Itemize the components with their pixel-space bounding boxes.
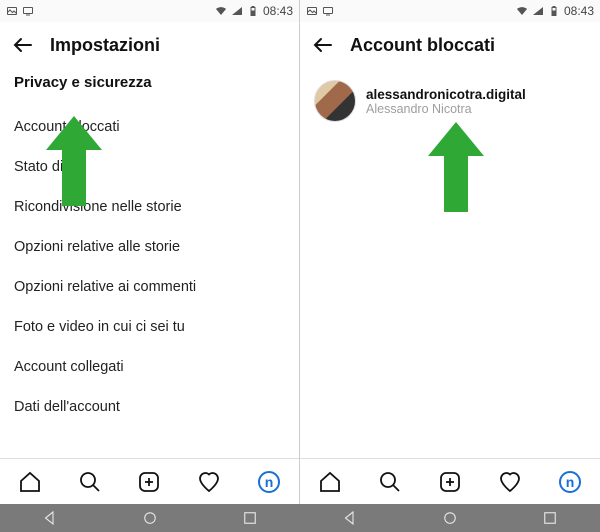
signal-icon [231, 5, 243, 17]
search-icon [378, 470, 402, 494]
square-recent-icon [541, 509, 559, 527]
account-display-name: Alessandro Nicotra [366, 102, 526, 116]
back-button[interactable] [310, 32, 336, 58]
settings-item-linked-accounts[interactable]: Account collegati [14, 347, 285, 387]
android-nav-bar [0, 504, 300, 532]
heart-icon [498, 470, 522, 494]
bottom-nav: n [0, 458, 299, 504]
android-recent[interactable] [539, 507, 561, 529]
avatar [314, 80, 356, 122]
nav-profile[interactable]: n [256, 469, 282, 495]
android-back[interactable] [339, 507, 361, 529]
nav-new-post[interactable] [437, 469, 463, 495]
system-nav-row [0, 504, 600, 532]
profile-icon: n [258, 471, 280, 493]
settings-list: Account bloccati Stato di a Ricondivisio… [14, 107, 285, 427]
status-bar: 08:43 [300, 0, 600, 22]
home-icon [318, 470, 342, 494]
page-title: Account bloccati [350, 35, 495, 56]
battery-icon [247, 5, 259, 17]
battery-icon [548, 5, 560, 17]
square-recent-icon [241, 509, 259, 527]
nav-profile[interactable]: n [557, 469, 583, 495]
cast-icon [22, 5, 34, 17]
nav-home[interactable] [17, 469, 43, 495]
app-bar: Impostazioni [0, 22, 299, 68]
arrow-left-icon [311, 33, 335, 57]
android-back[interactable] [39, 507, 61, 529]
triangle-back-icon [41, 509, 59, 527]
image-icon [6, 5, 18, 17]
search-icon [78, 470, 102, 494]
arrow-annotation [428, 122, 484, 212]
page-title: Impostazioni [50, 35, 160, 56]
settings-item-account-data[interactable]: Dati dell'account [14, 387, 285, 427]
wifi-icon [516, 5, 528, 17]
account-username: alessandronicotra.digital [366, 87, 526, 102]
android-recent[interactable] [239, 507, 261, 529]
blocked-content: alessandronicotra.digital Alessandro Nic… [300, 68, 600, 458]
arrow-left-icon [11, 33, 35, 57]
status-bar: 08:43 [0, 0, 299, 22]
nav-new-post[interactable] [136, 469, 162, 495]
image-icon [306, 5, 318, 17]
circle-home-icon [141, 509, 159, 527]
circle-home-icon [441, 509, 459, 527]
android-home[interactable] [439, 507, 461, 529]
settings-item-blocked-accounts[interactable]: Account bloccati [14, 107, 285, 147]
screen-blocked-accounts: 08:43 Account bloccati alessandronicotra… [300, 0, 600, 504]
nav-home[interactable] [317, 469, 343, 495]
android-nav-bar [300, 504, 600, 532]
settings-item-comment-options[interactable]: Opzioni relative ai commenti [14, 267, 285, 307]
heart-icon [197, 470, 221, 494]
blocked-account-row[interactable]: alessandronicotra.digital Alessandro Nic… [314, 74, 586, 128]
signal-icon [532, 5, 544, 17]
bottom-nav: n [300, 458, 600, 504]
section-header: Privacy e sicurezza [14, 74, 285, 91]
settings-content: Privacy e sicurezza Account bloccati Sta… [0, 68, 299, 458]
nav-search[interactable] [377, 469, 403, 495]
settings-item-story-resharing[interactable]: Ricondivisione nelle storie [14, 187, 285, 227]
back-button[interactable] [10, 32, 36, 58]
nav-activity[interactable] [497, 469, 523, 495]
android-home[interactable] [139, 507, 161, 529]
clock: 08:43 [564, 4, 594, 18]
triangle-back-icon [341, 509, 359, 527]
plus-square-icon [137, 470, 161, 494]
settings-item-photos-of-you[interactable]: Foto e video in cui ci sei tu [14, 307, 285, 347]
screen-settings: 08:43 Impostazioni Privacy e sicurezza A… [0, 0, 300, 504]
settings-item-activity-status[interactable]: Stato di a [14, 147, 285, 187]
settings-item-story-options[interactable]: Opzioni relative alle storie [14, 227, 285, 267]
nav-activity[interactable] [196, 469, 222, 495]
profile-icon: n [559, 471, 581, 493]
cast-icon [322, 5, 334, 17]
wifi-icon [215, 5, 227, 17]
plus-square-icon [438, 470, 462, 494]
clock: 08:43 [263, 4, 293, 18]
home-icon [18, 470, 42, 494]
app-bar: Account bloccati [300, 22, 600, 68]
nav-search[interactable] [77, 469, 103, 495]
